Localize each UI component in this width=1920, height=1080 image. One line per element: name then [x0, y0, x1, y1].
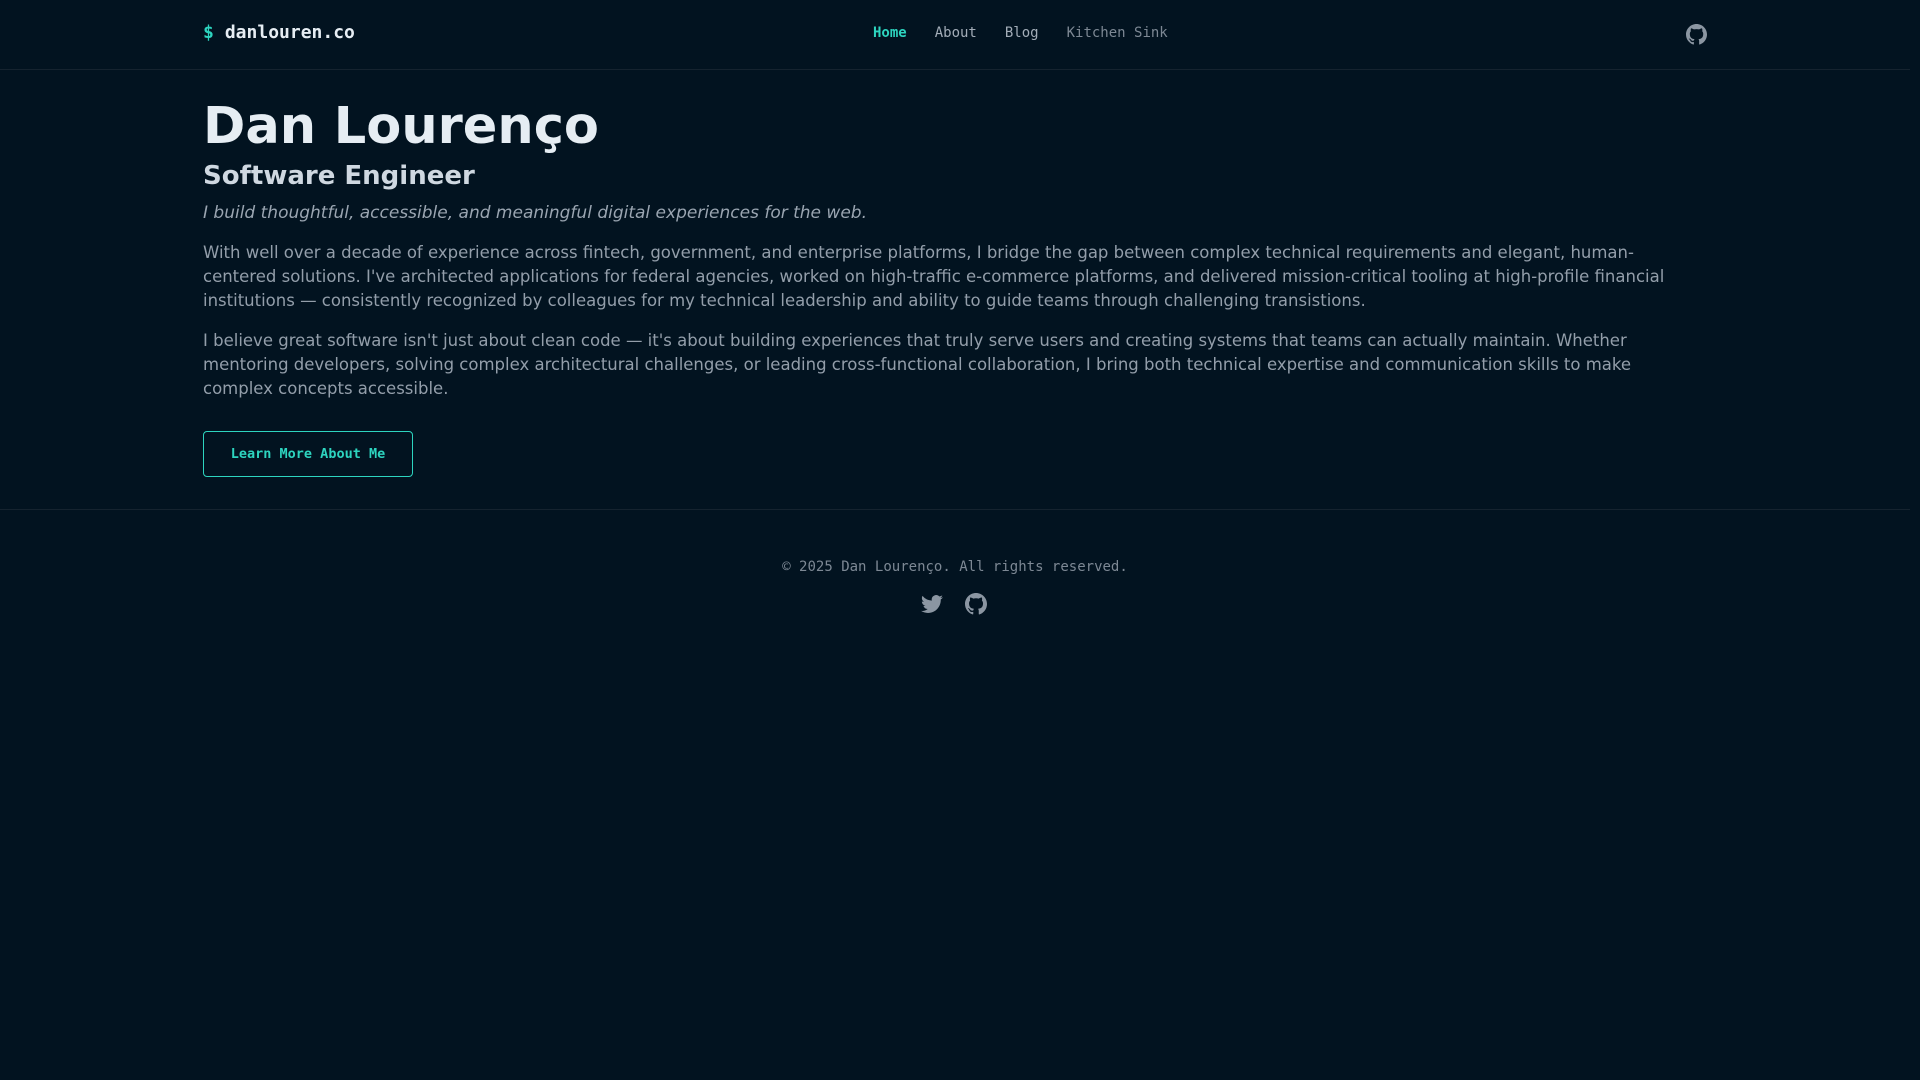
- brand-prompt: $: [203, 22, 214, 43]
- site-header: $ danlouren.co Home About Blog Kitchen Si…: [0, 0, 1910, 70]
- footer-divider: [0, 509, 1910, 510]
- main-nav: Home About Blog Kitchen Sink: [873, 25, 1168, 41]
- nav-item-home[interactable]: Home: [873, 25, 907, 41]
- github-icon[interactable]: [965, 593, 987, 615]
- page-title: Dan Lourenço: [203, 97, 599, 156]
- site-brand[interactable]: $ danlouren.co: [203, 22, 355, 43]
- twitter-icon[interactable]: [921, 593, 943, 615]
- hero-section: Dan Lourenço Software Engineer I build t…: [203, 96, 1683, 401]
- nav-item-blog[interactable]: Blog: [1005, 25, 1039, 41]
- github-icon[interactable]: [1686, 24, 1707, 45]
- nav-item-about[interactable]: About: [935, 25, 977, 41]
- copyright-text: © 2025 Dan Lourenço. All rights reserved…: [782, 559, 1128, 575]
- brand-name: danlouren.co: [224, 22, 355, 43]
- role-subtitle: Software Engineer: [203, 161, 475, 191]
- tagline: I build thoughtful, accessible, and mean…: [203, 203, 867, 223]
- intro-paragraph: With well over a decade of experience ac…: [203, 243, 1665, 310]
- philosophy-paragraph: I believe great software isn't just abou…: [203, 331, 1632, 398]
- social-links: [921, 593, 987, 615]
- learn-more-button[interactable]: Learn More About Me: [203, 431, 413, 477]
- nav-item-kitchen-sink[interactable]: Kitchen Sink: [1067, 25, 1168, 41]
